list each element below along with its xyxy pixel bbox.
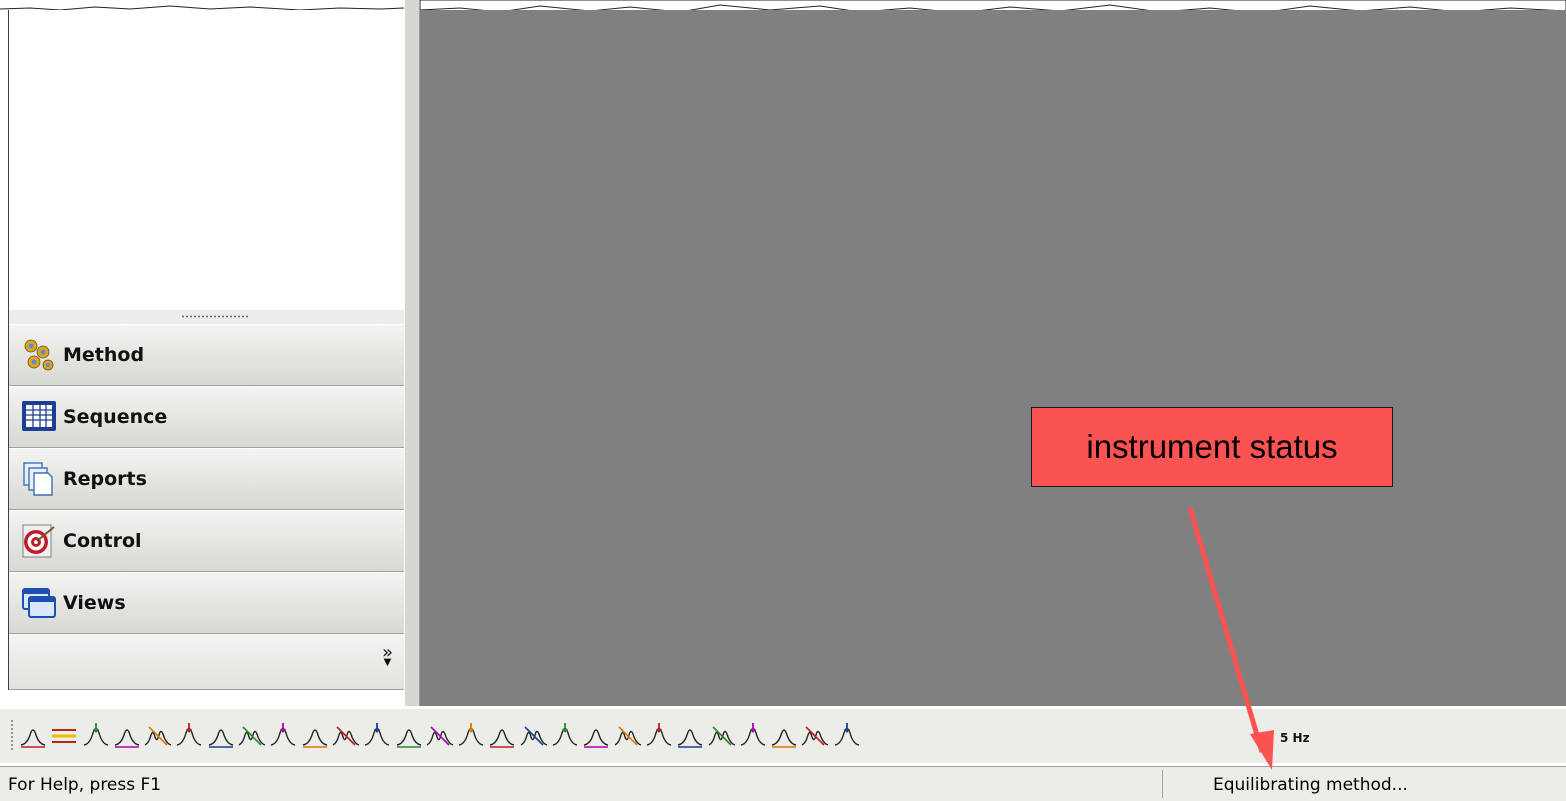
navigation-tree-pane[interactable] [8,10,405,310]
manual-baseline-icon [458,723,484,746]
exponential-skim-icon [678,729,703,748]
toolbar-button[interactable] [675,721,705,751]
toolbar-button[interactable] [613,721,643,751]
rear-tangent-icon [614,726,641,746]
peak-label-icon [771,729,797,748]
toolbar-button[interactable] [18,721,48,751]
integrate-window-icon [332,726,360,746]
navigation-footer: » ▼ [9,634,407,690]
drop-line-icon [552,723,578,746]
navigation-bar: Method Sequence Reports Control Views » … [8,324,407,690]
split-peak-icon [144,726,172,746]
nav-button-control[interactable]: Control [9,510,407,572]
gears-icon [21,337,63,373]
toolbar-buttons [18,721,863,751]
unknown-peak-icon [834,723,859,746]
annotation-text: instrument status [1086,428,1338,465]
toolbar-button[interactable] [738,721,768,751]
vertical-splitter[interactable] [404,0,420,706]
instrument-status-text: Equilibrating method... [1213,775,1408,795]
sampling-rate-label: 5 Hz [1280,731,1310,745]
toolbar-button[interactable] [425,721,455,751]
table-grid-icon [21,399,63,435]
toolbar-button[interactable] [800,721,830,751]
windows-icon [21,585,63,621]
horizontal-splitter[interactable] [8,310,407,324]
shoulder-icon [646,723,672,746]
toolbar-button[interactable] [581,721,611,751]
overlay-icon [802,726,829,746]
nav-button-views[interactable]: Views [9,572,407,634]
annotation-callout: instrument status [1031,407,1393,487]
valley-icon [177,723,202,746]
negative-peak-icon [365,723,390,746]
nav-button-sequence[interactable]: Sequence [9,386,407,448]
toolbar-button[interactable] [112,721,142,751]
nav-button-label: Reports [63,468,147,490]
double-peak-icon [238,726,266,746]
toolbar-button[interactable] [331,721,361,751]
threshold-icon [490,729,515,748]
peak-end-icon [302,729,327,748]
toolbar-button[interactable] [519,721,549,751]
toolbar-button[interactable] [707,721,737,751]
toolbar-button[interactable] [49,721,79,751]
integration-toolbar: 5 Hz [0,708,1566,763]
baseline-icon [52,729,77,743]
instrument-status-pane: Equilibrating method... [1162,770,1539,798]
toolbar-button[interactable] [237,721,267,751]
toolbar-button[interactable] [362,721,392,751]
toolbar-button[interactable] [487,721,517,751]
toolbar-button[interactable] [206,721,236,751]
toolbar-button[interactable] [81,721,111,751]
nav-button-label: Control [63,530,142,552]
grip-dots [181,315,249,318]
peak-start-icon [271,723,296,746]
toolbar-button[interactable] [300,721,330,751]
toolbar-button[interactable] [174,721,204,751]
toolbar-button[interactable] [550,721,580,751]
toolbar-button[interactable] [832,721,862,751]
toolbar-button[interactable] [456,721,486,751]
documents-icon [21,461,63,497]
reject-peak-icon [396,729,421,748]
manual-valley-icon [740,723,766,746]
front-tangent-icon [584,729,609,748]
toolbar-button[interactable] [394,721,424,751]
tangent-skim-icon [208,729,233,748]
help-hint-text: For Help, press F1 [8,775,162,795]
nav-button-reports[interactable]: Reports [9,448,407,510]
nav-button-method[interactable]: Method [9,324,407,386]
nav-button-label: Sequence [63,406,168,428]
toolbar-button[interactable] [268,721,298,751]
status-bar: For Help, press F1 Equilibrating method.… [0,766,1566,801]
toolbar-button[interactable] [644,721,674,751]
peak-width-icon [20,729,46,748]
area-sum-icon [426,726,454,746]
peak-mark-icon [83,723,108,746]
nav-button-label: Views [63,592,126,614]
manual-peak-icon [708,726,735,746]
target-icon [21,523,63,559]
force-peak-icon [520,726,547,746]
more-buttons-chevron[interactable]: » ▼ [382,644,393,668]
nav-button-label: Method [63,344,145,366]
toolbar-grip[interactable] [10,719,14,751]
workspace-area [420,10,1566,706]
toolbar-button[interactable] [143,721,173,751]
toolbar-button[interactable] [769,721,799,751]
delete-peak-icon [114,729,140,748]
